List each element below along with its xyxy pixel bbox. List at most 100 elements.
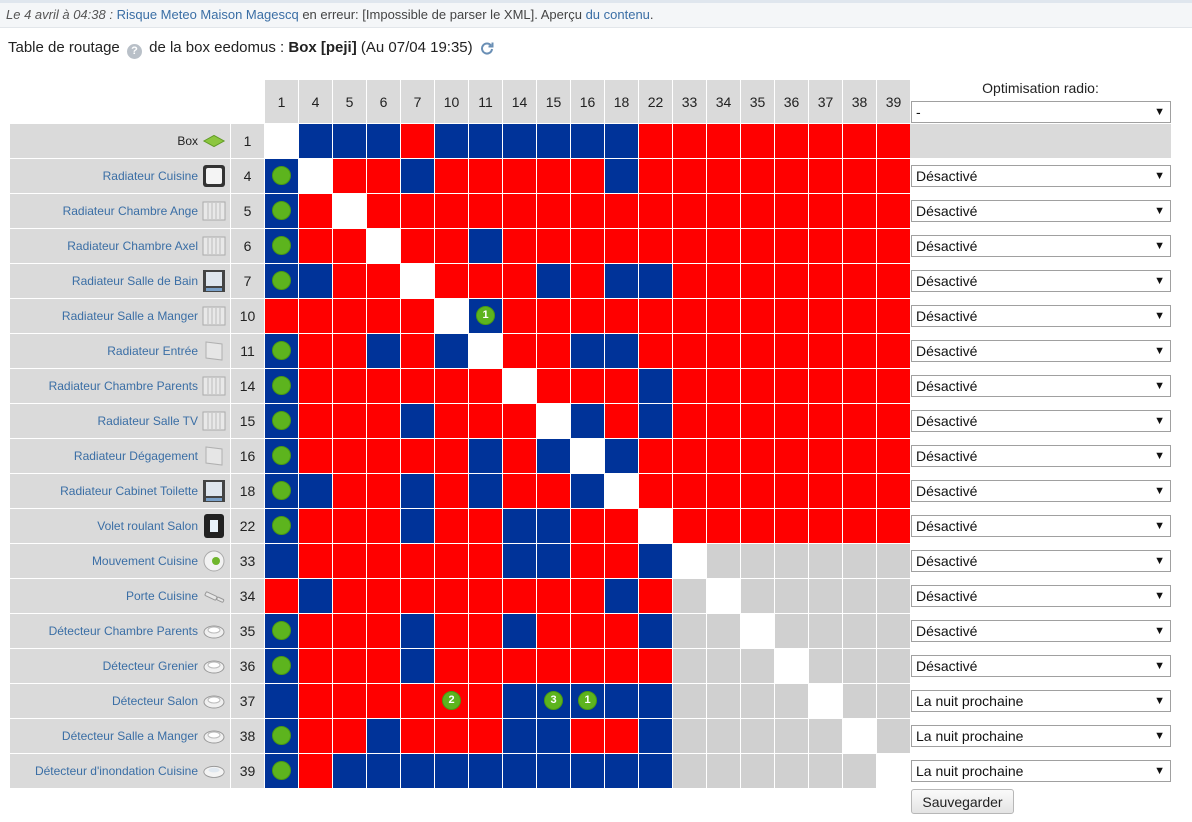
routing-cell[interactable] — [503, 159, 536, 193]
routing-cell[interactable] — [299, 474, 332, 508]
routing-cell[interactable] — [469, 579, 502, 613]
routing-cell[interactable] — [469, 509, 502, 543]
routing-cell[interactable] — [571, 649, 604, 683]
routing-cell[interactable] — [605, 614, 638, 648]
routing-cell[interactable] — [571, 334, 604, 368]
routing-cell[interactable] — [571, 439, 604, 473]
device-row-label[interactable]: Radiateur Salle TV — [10, 404, 230, 438]
routing-cell[interactable] — [809, 124, 842, 158]
routing-cell[interactable] — [707, 369, 740, 403]
routing-cell[interactable] — [367, 159, 400, 193]
device-row-label[interactable]: Radiateur Chambre Parents — [10, 369, 230, 403]
routing-cell[interactable] — [673, 334, 706, 368]
routing-cell[interactable] — [605, 649, 638, 683]
routing-cell[interactable] — [333, 264, 366, 298]
routing-cell[interactable] — [877, 754, 910, 788]
routing-cell[interactable] — [571, 509, 604, 543]
routing-cell[interactable] — [809, 614, 842, 648]
routing-cell[interactable] — [605, 544, 638, 578]
routing-cell[interactable] — [707, 159, 740, 193]
routing-cell[interactable] — [537, 124, 570, 158]
routing-cell[interactable] — [571, 264, 604, 298]
routing-cell[interactable] — [469, 754, 502, 788]
routing-cell[interactable] — [843, 229, 876, 263]
routing-cell[interactable] — [673, 369, 706, 403]
routing-cell[interactable] — [775, 614, 808, 648]
routing-cell[interactable] — [333, 439, 366, 473]
device-name[interactable]: Détecteur Grenier — [103, 659, 198, 673]
device-name[interactable]: Radiateur Salle de Bain — [72, 274, 198, 288]
routing-cell[interactable] — [639, 229, 672, 263]
routing-cell[interactable] — [639, 719, 672, 753]
routing-cell[interactable] — [673, 299, 706, 333]
routing-cell[interactable] — [741, 754, 774, 788]
routing-cell[interactable] — [537, 754, 570, 788]
optimisation-select[interactable]: Désactivé ▼ — [911, 200, 1171, 222]
routing-cell[interactable] — [367, 544, 400, 578]
routing-cell[interactable] — [333, 229, 366, 263]
routing-cell[interactable] — [707, 544, 740, 578]
routing-cell[interactable] — [299, 544, 332, 578]
routing-cell[interactable] — [503, 719, 536, 753]
routing-cell[interactable] — [775, 754, 808, 788]
routing-cell[interactable] — [299, 614, 332, 648]
routing-cell[interactable] — [707, 649, 740, 683]
routing-cell[interactable] — [265, 194, 298, 228]
routing-cell[interactable] — [741, 649, 774, 683]
routing-cell[interactable] — [299, 754, 332, 788]
routing-cell[interactable] — [367, 684, 400, 718]
routing-cell[interactable] — [503, 754, 536, 788]
routing-cell[interactable] — [469, 439, 502, 473]
routing-cell[interactable] — [503, 404, 536, 438]
routing-cell[interactable] — [537, 474, 570, 508]
routing-cell[interactable] — [843, 544, 876, 578]
routing-cell[interactable] — [469, 124, 502, 158]
routing-cell[interactable] — [843, 684, 876, 718]
routing-cell[interactable] — [537, 159, 570, 193]
routing-cell[interactable] — [265, 649, 298, 683]
routing-cell[interactable] — [809, 684, 842, 718]
device-row-label[interactable]: Radiateur Dégagement — [10, 439, 230, 473]
routing-cell[interactable] — [707, 754, 740, 788]
routing-cell[interactable] — [537, 439, 570, 473]
help-icon[interactable]: ? — [126, 44, 142, 59]
routing-cell[interactable] — [435, 544, 468, 578]
routing-cell[interactable] — [265, 614, 298, 648]
routing-cell[interactable] — [843, 754, 876, 788]
routing-cell[interactable] — [435, 299, 468, 333]
optimisation-global-select[interactable]: - ▼ — [911, 101, 1171, 123]
routing-cell[interactable] — [299, 404, 332, 438]
routing-cell[interactable] — [265, 264, 298, 298]
routing-cell[interactable] — [673, 194, 706, 228]
routing-cell[interactable] — [503, 474, 536, 508]
routing-cell[interactable] — [877, 614, 910, 648]
routing-cell[interactable] — [401, 719, 434, 753]
device-name[interactable]: Mouvement Cuisine — [92, 554, 198, 568]
routing-cell[interactable] — [707, 334, 740, 368]
routing-cell[interactable] — [537, 579, 570, 613]
routing-cell[interactable] — [265, 439, 298, 473]
optimisation-select[interactable]: Désactivé ▼ — [911, 340, 1171, 362]
routing-cell[interactable] — [333, 334, 366, 368]
routing-cell[interactable] — [741, 159, 774, 193]
routing-cell[interactable] — [503, 264, 536, 298]
routing-cell[interactable] — [741, 509, 774, 543]
optimisation-select[interactable]: Désactivé ▼ — [911, 165, 1171, 187]
device-row-label[interactable]: Volet roulant Salon — [10, 509, 230, 543]
optimisation-select[interactable]: La nuit prochaine ▼ — [911, 725, 1171, 747]
routing-cell[interactable] — [673, 404, 706, 438]
routing-cell[interactable] — [843, 159, 876, 193]
routing-cell[interactable] — [673, 264, 706, 298]
optimisation-select[interactable]: Désactivé ▼ — [911, 655, 1171, 677]
routing-cell[interactable] — [503, 614, 536, 648]
routing-cell[interactable] — [571, 194, 604, 228]
routing-cell[interactable] — [639, 194, 672, 228]
routing-cell[interactable] — [265, 299, 298, 333]
routing-cell[interactable] — [537, 229, 570, 263]
routing-cell[interactable] — [367, 264, 400, 298]
routing-cell[interactable] — [775, 299, 808, 333]
routing-cell[interactable] — [469, 684, 502, 718]
routing-cell[interactable] — [707, 579, 740, 613]
routing-cell[interactable] — [605, 124, 638, 158]
routing-cell[interactable] — [367, 509, 400, 543]
